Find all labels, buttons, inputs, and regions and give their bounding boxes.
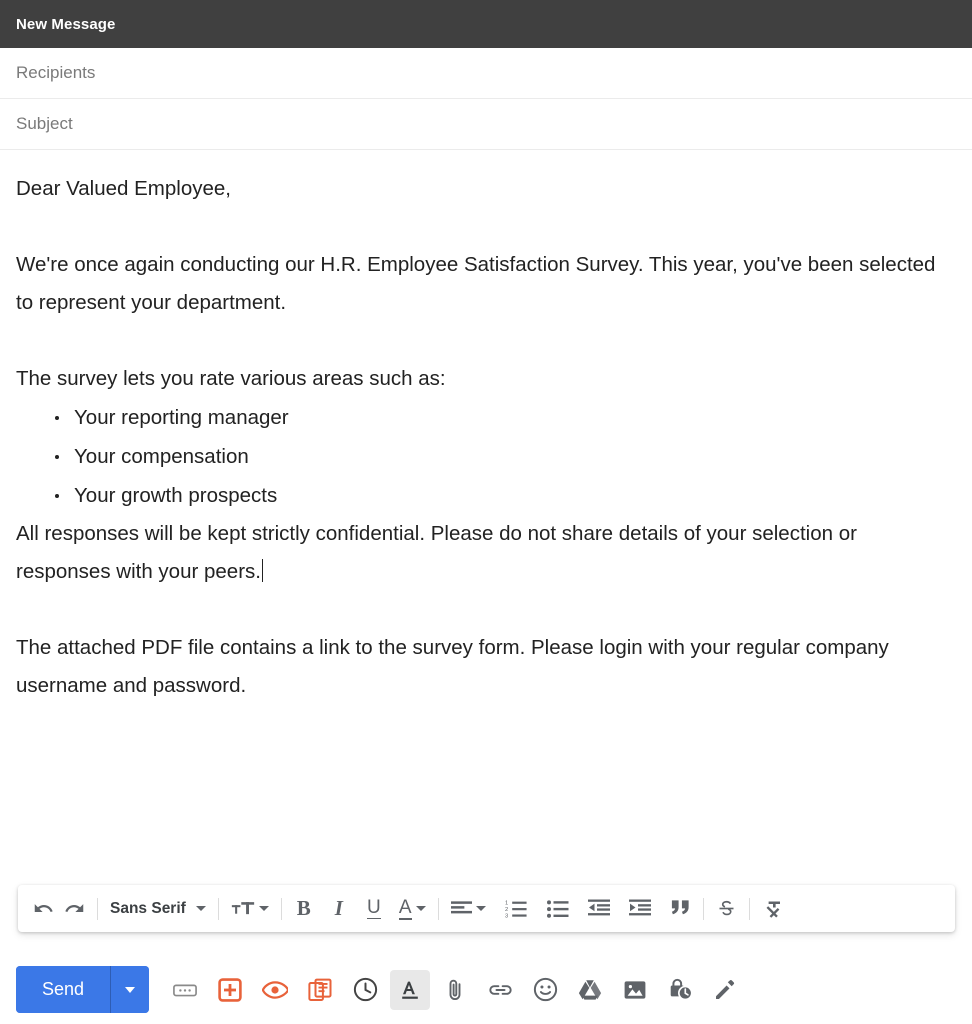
insert-link-button[interactable] <box>480 970 520 1010</box>
paperclip-icon <box>443 978 467 1002</box>
plus-box-icon <box>218 977 242 1002</box>
chevron-down-icon <box>415 906 426 911</box>
italic-button[interactable]: I <box>324 892 354 926</box>
read-receipt-button[interactable] <box>255 970 295 1010</box>
undo-button[interactable] <box>28 892 59 926</box>
body-bullet-list: Your reporting manager Your compensation… <box>16 398 956 515</box>
italic-icon: I <box>334 896 343 920</box>
text-cursor <box>261 559 264 582</box>
lock-clock-icon <box>668 977 693 1002</box>
remove-formatting-icon <box>762 898 784 919</box>
send-button-label: Send <box>42 979 85 999</box>
align-button[interactable] <box>446 892 491 926</box>
list-item: Your compensation <box>55 437 956 476</box>
list-item: Your reporting manager <box>55 398 956 437</box>
more-options-button[interactable] <box>165 970 205 1010</box>
svg-text:3: 3 <box>505 913 508 919</box>
redo-icon <box>64 898 85 919</box>
formatting-toolbar: Sans Serif B I U A 1 2 3 <box>18 885 955 932</box>
bold-icon: B <box>296 896 311 920</box>
text-color-icon: A <box>398 896 412 920</box>
message-body-text: Dear Valued Employee, We're once again c… <box>16 170 956 705</box>
body-paragraph-3: All responses will be kept strictly conf… <box>16 515 956 591</box>
numbered-list-button[interactable]: 1 2 3 <box>500 892 533 926</box>
font-size-dropdown[interactable] <box>226 892 274 926</box>
svg-text:1: 1 <box>505 900 508 906</box>
insert-signature-button[interactable] <box>705 970 745 1010</box>
recipients-field-row[interactable]: Recipients <box>0 48 972 99</box>
toolbar-divider <box>97 897 98 920</box>
toolbar-divider <box>217 897 219 920</box>
outdent-icon <box>587 899 610 918</box>
quote-button[interactable] <box>665 892 696 926</box>
insert-photo-button[interactable] <box>615 970 655 1010</box>
send-button-group[interactable]: Send <box>16 966 150 1013</box>
compose-header: New Message <box>0 0 972 48</box>
compose-action-bar: Send <box>0 955 972 1024</box>
body-greeting: Dear Valued Employee, <box>16 177 231 200</box>
body-paragraph-3-text: All responses will be kept strictly conf… <box>16 522 857 583</box>
numbered-list-icon: 1 2 3 <box>505 899 528 919</box>
svg-text:2: 2 <box>505 907 508 913</box>
chevron-down-icon <box>195 906 206 911</box>
google-drive-icon <box>578 979 602 1001</box>
formatting-options-button[interactable] <box>390 969 431 1010</box>
strikethrough-icon <box>716 898 737 919</box>
confidential-mode-button[interactable] <box>660 970 700 1010</box>
send-options-button[interactable] <box>111 966 150 1013</box>
toolbar-divider <box>702 897 704 920</box>
body-paragraph-1: We're once again conducting our H.R. Emp… <box>16 253 936 314</box>
format-text-icon <box>398 978 422 1002</box>
insert-emoji-button[interactable] <box>525 970 565 1010</box>
remove-formatting-button[interactable] <box>757 892 789 926</box>
toolbar-divider <box>437 897 439 920</box>
body-paragraph-4: The attached PDF file contains a link to… <box>16 636 889 697</box>
quote-icon <box>670 899 691 918</box>
bold-button[interactable]: B <box>289 892 319 926</box>
image-icon <box>623 978 647 1002</box>
send-button[interactable]: Send <box>16 966 111 1013</box>
document-stack-button[interactable] <box>300 970 340 1010</box>
chevron-down-icon <box>125 986 136 993</box>
bulleted-list-icon <box>546 899 569 919</box>
underline-button[interactable]: U <box>359 892 389 926</box>
text-color-button[interactable]: A <box>394 892 431 926</box>
subject-field-row[interactable]: Subject <box>0 99 972 150</box>
outdent-button[interactable] <box>583 892 615 926</box>
chevron-down-icon <box>258 906 269 911</box>
font-family-dropdown[interactable]: Sans Serif <box>105 892 211 926</box>
compose-window: New Message Recipients Subject Dear Valu… <box>0 0 972 1024</box>
schedule-send-button[interactable] <box>345 970 385 1010</box>
subject-placeholder: Subject <box>16 114 73 133</box>
toolbar-divider <box>748 897 750 920</box>
document-stack-icon <box>308 978 332 1002</box>
action-icon-group <box>165 969 750 1010</box>
list-item: Your growth prospects <box>55 476 956 515</box>
align-left-icon <box>450 900 472 918</box>
underline-icon: U <box>366 897 381 919</box>
compose-title: New Message <box>16 15 116 33</box>
body-paragraph-2: The survey lets you rate various areas s… <box>16 367 446 390</box>
indent-icon <box>628 899 651 918</box>
clock-icon <box>353 977 378 1002</box>
recipients-placeholder: Recipients <box>16 63 96 82</box>
font-family-label: Sans Serif <box>110 899 186 917</box>
pen-icon <box>713 978 737 1002</box>
indent-button[interactable] <box>624 892 656 926</box>
font-size-icon <box>231 899 255 919</box>
link-icon <box>488 979 513 1001</box>
emoji-icon <box>533 977 558 1002</box>
attach-file-button[interactable] <box>435 970 475 1010</box>
toolbar-divider <box>280 897 282 920</box>
undo-icon <box>33 898 54 919</box>
eye-icon <box>262 980 289 1000</box>
insert-drive-file-button[interactable] <box>570 970 610 1010</box>
redo-button[interactable] <box>59 892 90 926</box>
bulleted-list-button[interactable] <box>542 892 574 926</box>
chevron-down-icon <box>475 906 486 911</box>
insert-template-button[interactable] <box>210 970 250 1010</box>
more-options-icon <box>173 981 197 999</box>
strikethrough-button[interactable] <box>711 892 742 926</box>
